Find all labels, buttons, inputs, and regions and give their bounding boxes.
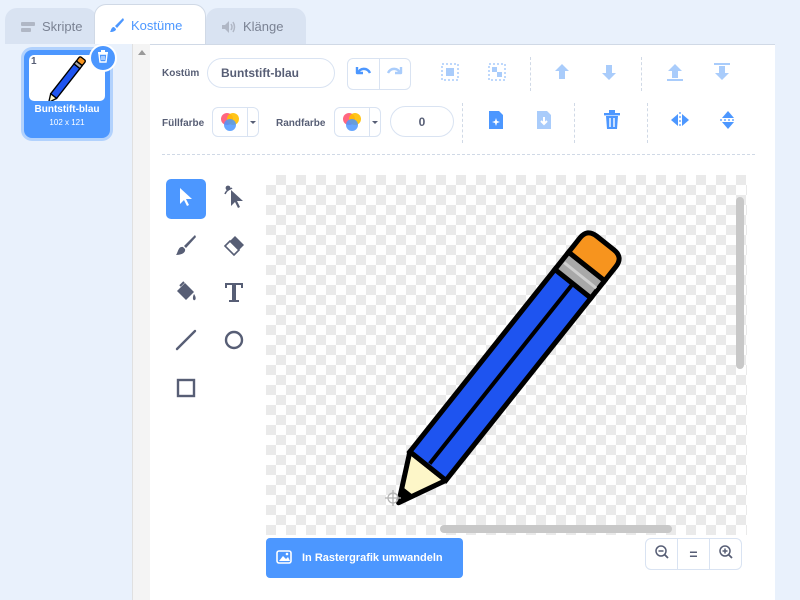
canvas-vertical-scrollbar[interactable] (736, 197, 744, 369)
delete-costume-button[interactable] (89, 44, 117, 72)
convert-button-label: In Rastergrafik umwandeln (302, 552, 443, 564)
outline-width-input[interactable] (390, 106, 454, 137)
tab-label: Skripte (42, 19, 83, 34)
group-button[interactable] (436, 60, 464, 88)
toolbar-divider (647, 103, 648, 143)
costume-name-input[interactable] (207, 58, 335, 88)
redo-button[interactable] (378, 59, 411, 89)
front-button[interactable] (661, 60, 689, 88)
group-icon (439, 61, 461, 88)
costume-name-label: Kostüm (162, 68, 200, 79)
fill-color-label: Füllfarbe (162, 118, 205, 129)
zoom-out-icon (654, 544, 670, 565)
line-icon (174, 328, 198, 357)
reshape-icon (222, 185, 246, 214)
costume-list: 1 Buntstift-blau 102 x 121 (0, 44, 132, 600)
toolbar-divider (641, 57, 642, 91)
rectangle-icon (174, 376, 198, 405)
flip-vertical-button[interactable] (714, 108, 742, 136)
fill-color-picker[interactable] (212, 107, 259, 137)
outline-color-swatch (335, 108, 369, 136)
costume-name: Buntstift-blau (34, 104, 100, 115)
costume-number: 1 (31, 56, 37, 67)
trash-icon (96, 49, 110, 68)
delete-button[interactable] (598, 108, 626, 136)
outline-color-picker[interactable] (334, 107, 381, 137)
undo-redo-group (347, 58, 411, 90)
back-button[interactable] (708, 60, 736, 88)
copy-icon (486, 109, 506, 136)
tab-label: Klänge (243, 19, 284, 34)
arrow-cursor-icon (176, 186, 196, 213)
zoom-reset-label: = (689, 546, 698, 562)
zoom-in-button[interactable] (709, 539, 741, 569)
paint-editor: Kostüm Buntstift-blau Füllfarbe Randfarb… (150, 44, 775, 600)
circle-tool[interactable] (214, 322, 254, 362)
tab-sounds[interactable]: Klänge (206, 8, 306, 44)
undo-button[interactable] (348, 59, 379, 89)
bring-to-front-icon (664, 61, 686, 88)
tab-costumes[interactable]: Kostüme (94, 4, 206, 45)
eraser-icon (222, 233, 246, 262)
select-tool[interactable] (166, 179, 206, 219)
speaker-icon (221, 20, 237, 34)
forward-button[interactable] (548, 60, 576, 88)
paint-bucket-icon (174, 280, 198, 309)
trash-icon (602, 109, 622, 136)
text-icon (222, 280, 246, 309)
paste-button[interactable] (530, 108, 558, 136)
brush-icon (174, 233, 198, 262)
paste-icon (534, 109, 554, 136)
outline-color-label: Randfarbe (276, 118, 326, 129)
costume-list-scrollbar[interactable] (132, 44, 150, 600)
undo-icon (354, 65, 372, 84)
rectangle-tool[interactable] (166, 370, 206, 410)
fill-color-swatch (213, 108, 247, 136)
ungroup-button[interactable] (483, 60, 511, 88)
toolbar-divider (462, 103, 463, 143)
eraser-tool[interactable] (214, 227, 254, 267)
paint-canvas[interactable] (266, 175, 747, 535)
costume-item[interactable]: 1 Buntstift-blau 102 x 121 (24, 44, 117, 138)
image-icon (276, 549, 292, 567)
brush-icon (109, 17, 125, 33)
flip-vertical-icon (717, 109, 739, 136)
circle-icon (222, 328, 246, 357)
zoom-reset-button[interactable]: = (677, 539, 709, 569)
canvas-horizontal-scrollbar[interactable] (440, 525, 672, 533)
arrow-up-icon (551, 61, 573, 88)
code-icon (20, 21, 36, 33)
line-tool[interactable] (166, 322, 206, 362)
editor-tabs: Skripte Kostüme Klänge (0, 0, 775, 45)
zoom-in-icon (718, 544, 734, 565)
zoom-controls: = (645, 538, 742, 570)
fill-tool[interactable] (166, 274, 206, 314)
ungroup-icon (486, 61, 508, 88)
flip-horizontal-button[interactable] (666, 108, 694, 136)
costume-size: 102 x 121 (49, 118, 85, 127)
convert-to-bitmap-button[interactable]: In Rastergrafik umwandeln (266, 538, 463, 578)
reshape-tool[interactable] (214, 179, 254, 219)
toolbar-divider (574, 103, 575, 143)
flip-horizontal-icon (669, 109, 691, 136)
backward-button[interactable] (595, 60, 623, 88)
tab-code[interactable]: Skripte (5, 8, 97, 44)
redo-icon (386, 65, 404, 84)
send-to-back-icon (711, 61, 733, 88)
arrow-down-icon (598, 61, 620, 88)
zoom-out-button[interactable] (646, 539, 677, 569)
chevron-down-icon (369, 108, 380, 136)
copy-button[interactable] (482, 108, 510, 136)
scroll-up-arrow-icon[interactable] (138, 50, 146, 55)
toolbar-divider (162, 154, 755, 155)
chevron-down-icon (247, 108, 258, 136)
toolbar-divider (530, 57, 531, 91)
pencil-drawing (385, 230, 622, 506)
tab-label: Kostüme (131, 17, 183, 33)
brush-tool[interactable] (166, 227, 206, 267)
text-tool[interactable] (214, 274, 254, 314)
